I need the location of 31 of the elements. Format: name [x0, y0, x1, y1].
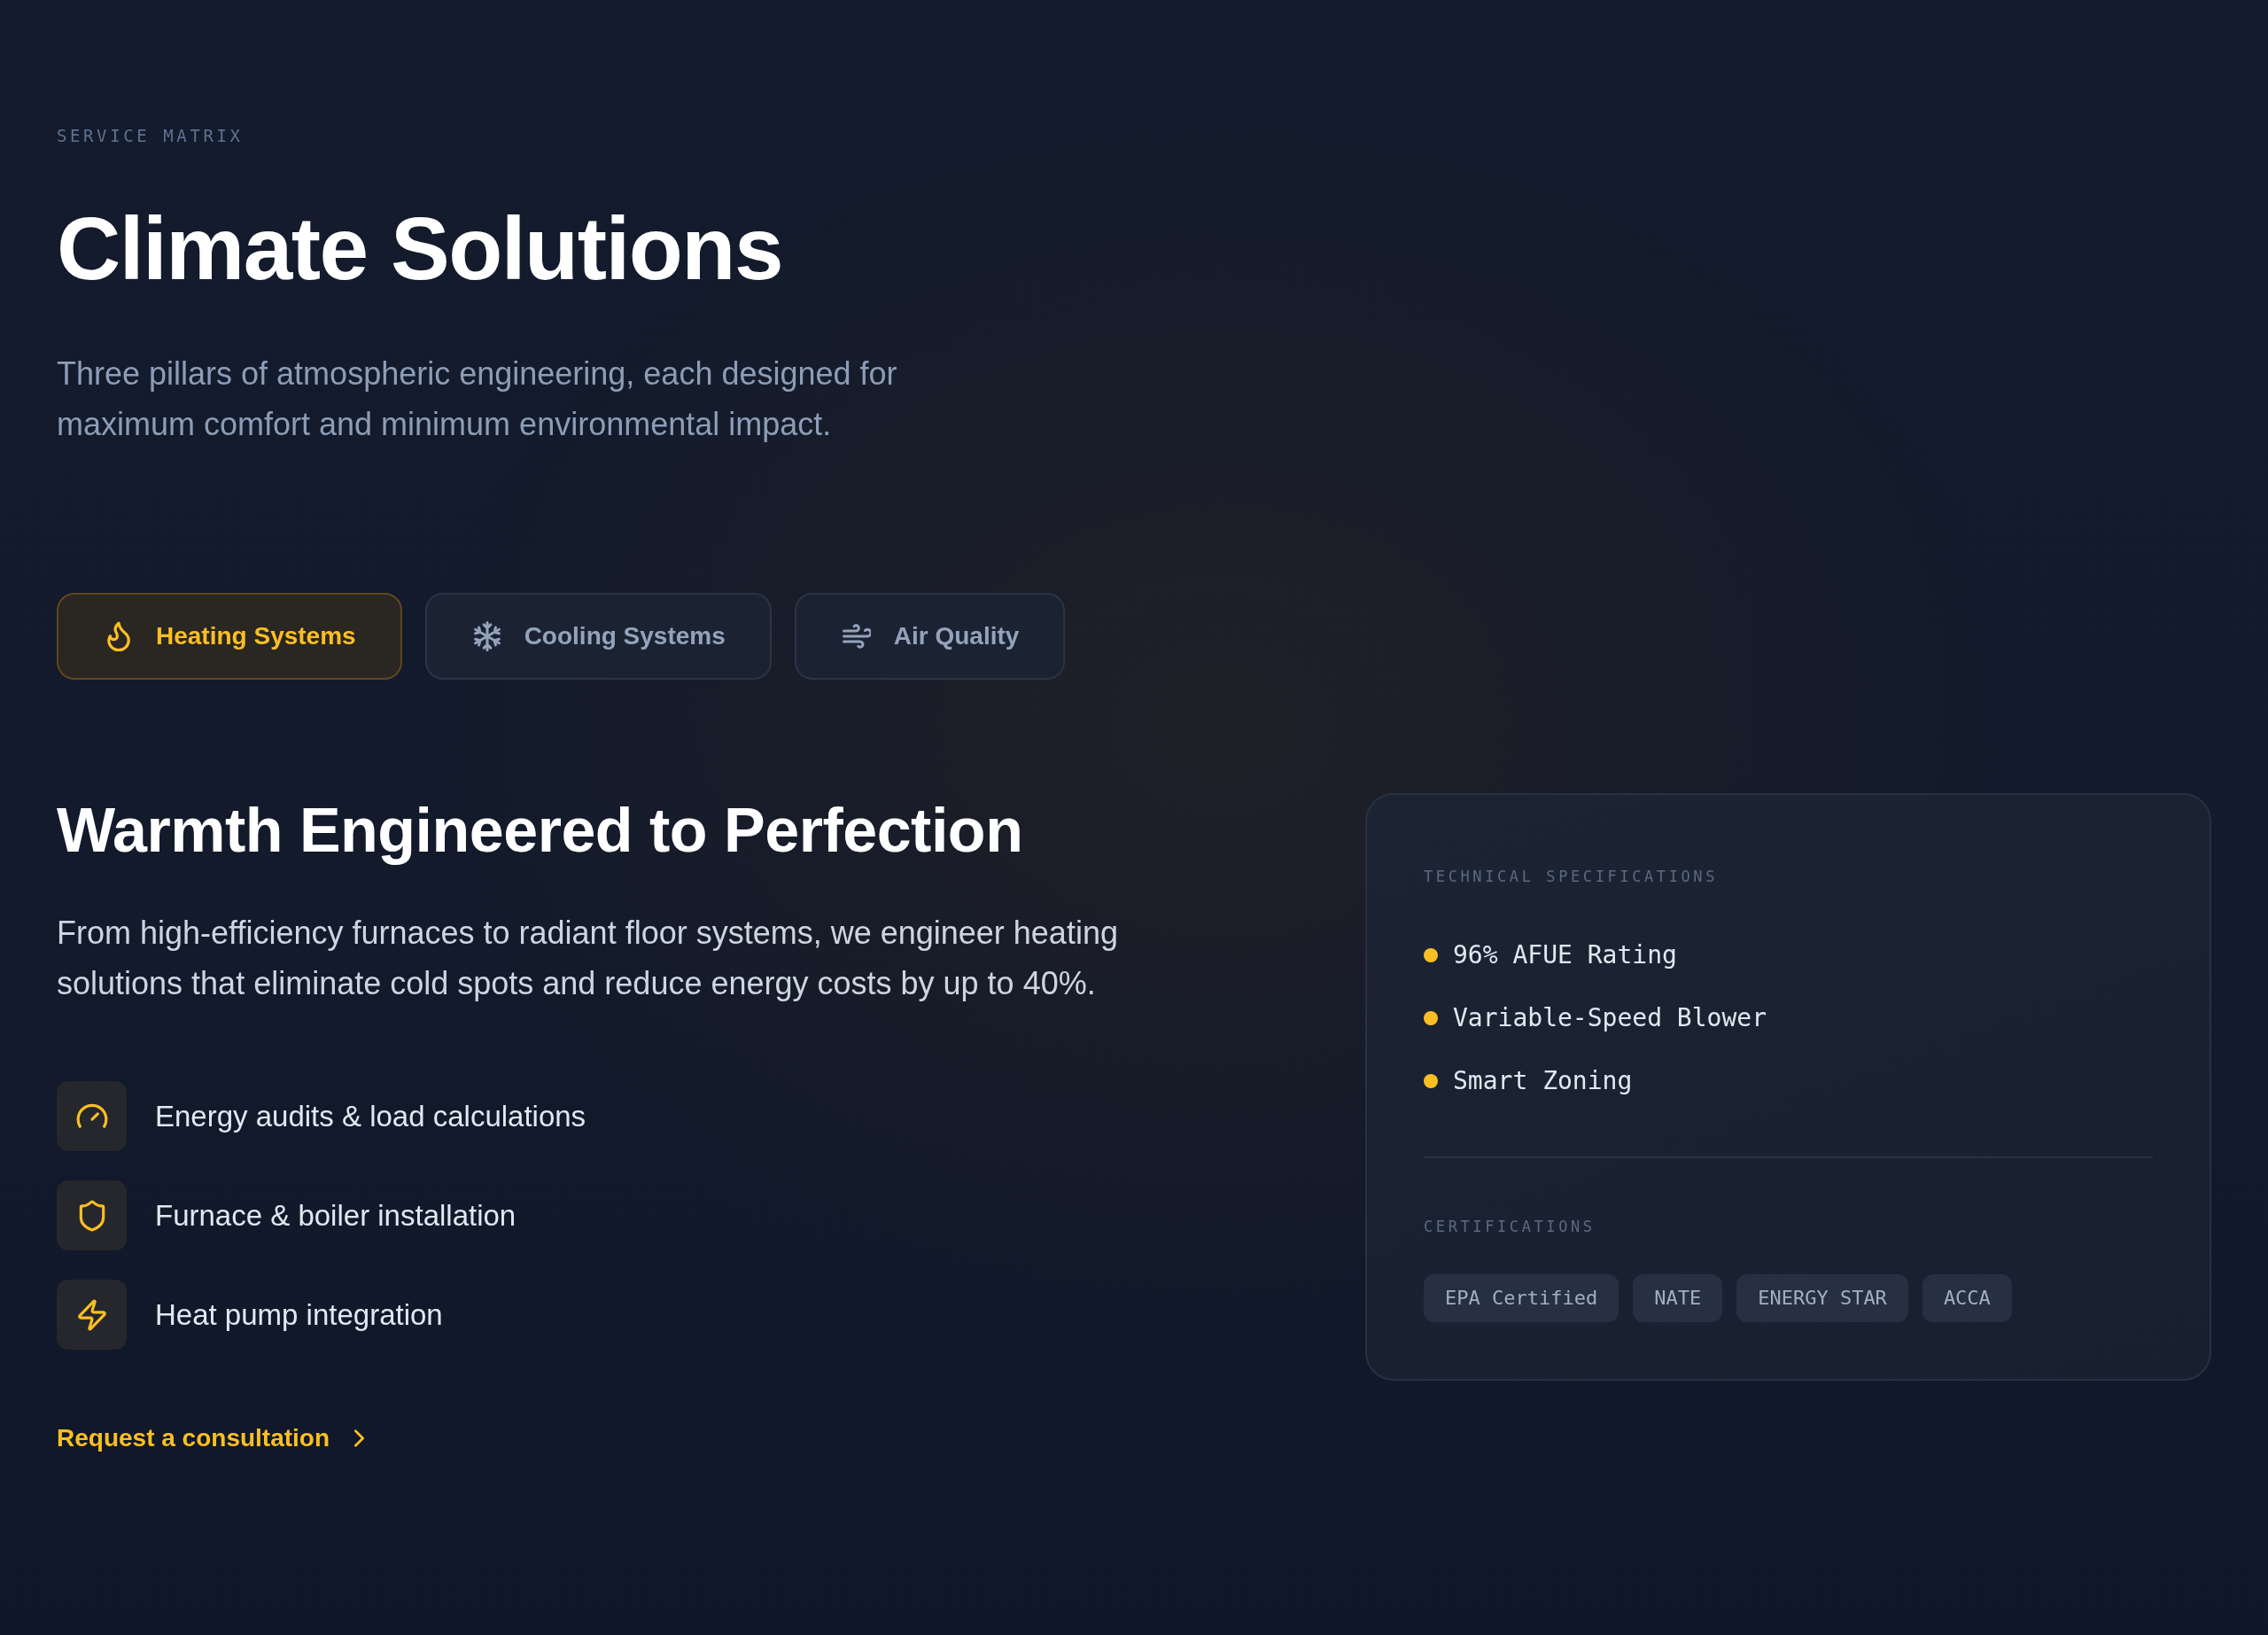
feature-text: Energy audits & load calculations — [155, 1098, 586, 1134]
section-description: From high-efficiency furnaces to radiant floor systems, we engineer heating solutions that eliminate cold spots and reduce energy costs by up to 40%. — [57, 914, 1119, 1003]
category-tab[interactable]: Cooling Systems — [424, 593, 772, 680]
category-tab[interactable]: Air Quality — [794, 593, 1066, 680]
feature-text: Furnace & boiler installation — [155, 1197, 517, 1234]
bullet-icon — [1424, 1011, 1438, 1025]
shield-icon — [57, 1180, 127, 1250]
lightning-icon — [57, 1280, 127, 1350]
gauge-icon — [57, 1081, 127, 1151]
certification-tag: ACCA — [1922, 1274, 2012, 1322]
section-heading: Warmth Engineered to Perfection — [57, 795, 1023, 867]
certification-tag: NATE — [1633, 1274, 1723, 1322]
bullet-icon — [1424, 1074, 1438, 1088]
page-title: Climate Solutions — [57, 199, 783, 297]
spec-text: 96% AFUE Rating — [1453, 939, 1677, 971]
page-subtitle: Three pillars of atmospheric engineering, each designed for maximum comfort and minimum environmental impact. — [57, 354, 898, 444]
category-tab[interactable]: Heating Systems — [57, 593, 402, 680]
specs-label: TECHNICAL SPECIFICATIONS — [1424, 867, 1719, 887]
consultation-link[interactable]: Request a consultation — [57, 1422, 365, 1454]
certification-tag: ENERGY STAR — [1736, 1274, 1908, 1322]
spec-text: Variable-Speed Blower — [1453, 1002, 1767, 1034]
certifications-label: CERTIFICATIONS — [1424, 1217, 1596, 1237]
bullet-icon — [1424, 948, 1438, 962]
section-eyebrow: SERVICE MATRIX — [57, 125, 244, 146]
spec-text: Smart Zoning — [1453, 1065, 1633, 1097]
flame-icon — [105, 621, 133, 651]
feature-text: Heat pump integration — [155, 1296, 443, 1333]
chevron-right-icon — [354, 1429, 365, 1447]
snowflake-icon — [472, 621, 501, 651]
certification-tag: EPA Certified — [1424, 1274, 1619, 1322]
wind-icon — [842, 621, 871, 651]
